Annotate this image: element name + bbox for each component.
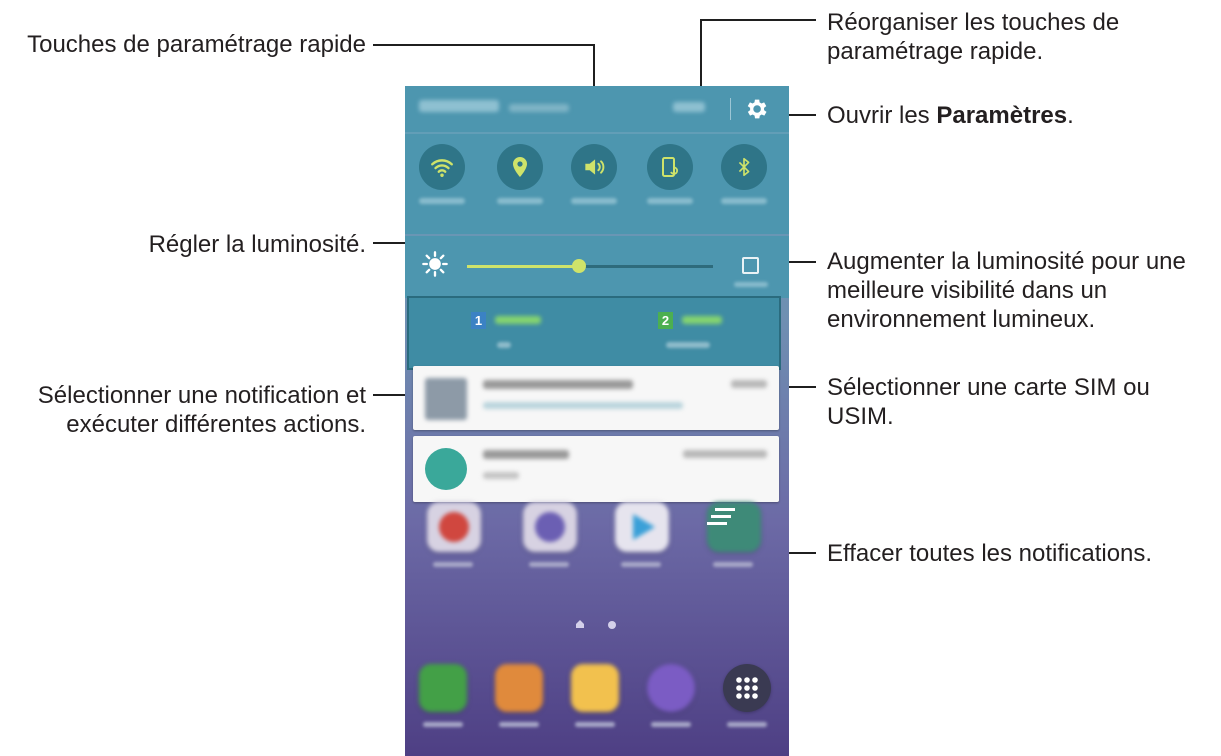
screen-rotation-icon (662, 157, 678, 177)
app-drawer[interactable] (723, 664, 771, 712)
outdoor-mode-checkbox[interactable] (742, 257, 759, 274)
quick-setting-location-label (497, 198, 543, 204)
notification-subtitle (483, 402, 683, 409)
brightness-slider-track[interactable] (579, 265, 713, 268)
sim-1-badge: 1 (471, 312, 486, 329)
brightness-slider-thumb[interactable] (572, 259, 586, 273)
notification-time (683, 450, 767, 458)
page-dot (608, 621, 616, 629)
callout-clear-all: Effacer toutes les notifications. (827, 540, 1153, 567)
leader-reorganise (700, 19, 816, 21)
notification-voicemail[interactable] (413, 436, 779, 502)
outdoor-mode-label (734, 282, 768, 287)
sim-2-network (666, 342, 710, 348)
brightness-icon (422, 251, 448, 277)
clock (419, 100, 499, 112)
quick-setting-location[interactable] (497, 144, 543, 190)
sim-card-1[interactable]: 1 (409, 298, 594, 368)
bluetooth-icon (738, 157, 750, 177)
app-label (529, 562, 569, 567)
app-messages[interactable] (571, 664, 619, 712)
notification-title (483, 380, 633, 389)
quick-setting-wifi-label (419, 198, 465, 204)
brightness-row (405, 236, 789, 298)
callout-open-settings: Ouvrir les Paramètres. (827, 102, 1074, 129)
quick-setting-screen-rotation-label (647, 198, 693, 204)
brightness-slider-fill (467, 265, 579, 268)
location-icon (513, 157, 527, 177)
notification-screenshot[interactable] (413, 366, 779, 430)
quick-settings-panel (405, 134, 789, 234)
clear-all-icon[interactable] (707, 498, 747, 538)
quick-setting-wifi[interactable] (419, 144, 465, 190)
notification-subtitle (483, 472, 519, 479)
notification-panel-header (405, 86, 789, 132)
leader-reorganise-v (700, 19, 702, 96)
sound-icon (585, 159, 605, 175)
home-icon (576, 620, 584, 628)
quick-setting-screen-rotation[interactable] (647, 144, 693, 190)
wifi-icon (431, 159, 453, 177)
app-email[interactable] (427, 502, 481, 552)
screenshot-thumbnail (425, 378, 467, 420)
divider (730, 98, 731, 120)
callout-outdoor-mode: Augmenter la luminosité pour une meilleu… (827, 248, 1186, 333)
callout-brightness: Régler la luminosité. (148, 231, 366, 258)
quick-setting-bluetooth-label (721, 198, 767, 204)
sim-card-2[interactable]: 2 (594, 298, 779, 368)
app-label (621, 562, 661, 567)
sim-1-name (495, 316, 541, 324)
app-label (499, 722, 539, 727)
callout-quick-settings: Touches de paramétrage rapide (27, 31, 366, 58)
app-phone[interactable] (419, 664, 467, 712)
phone-screen: 1 2 (405, 86, 789, 756)
app-internet[interactable] (647, 664, 695, 712)
apps-grid-icon (736, 677, 758, 699)
app-label (727, 722, 767, 727)
callout-reorganise: Réorganiser les touches de paramétrage r… (827, 9, 1120, 65)
leader-quick-settings (373, 44, 594, 46)
app-contacts[interactable] (495, 664, 543, 712)
app-label (423, 722, 463, 727)
app-label (433, 562, 473, 567)
quick-setting-sound[interactable] (571, 144, 617, 190)
app-label (651, 722, 691, 727)
voicemail-icon (425, 448, 467, 490)
notification-time (731, 380, 767, 388)
app-label (575, 722, 615, 727)
app-label (713, 562, 753, 567)
date (509, 104, 569, 112)
callout-sim: Sélectionner une carte SIM ou USIM. (827, 374, 1150, 430)
gear-icon[interactable] (743, 96, 769, 122)
quick-setting-bluetooth[interactable] (721, 144, 767, 190)
sim-1-network (497, 342, 511, 348)
callout-select-notification: Sélectionner une notification et exécute… (37, 382, 366, 438)
app-play-store[interactable] (615, 502, 669, 552)
sim-2-badge: 2 (658, 312, 673, 329)
notification-title (483, 450, 569, 459)
quick-setting-sound-label (571, 198, 617, 204)
app-camera[interactable] (523, 502, 577, 552)
edit-quick-settings-button[interactable] (673, 102, 705, 112)
sim-card-selector: 1 2 (407, 296, 781, 370)
sim-2-name (682, 316, 722, 324)
